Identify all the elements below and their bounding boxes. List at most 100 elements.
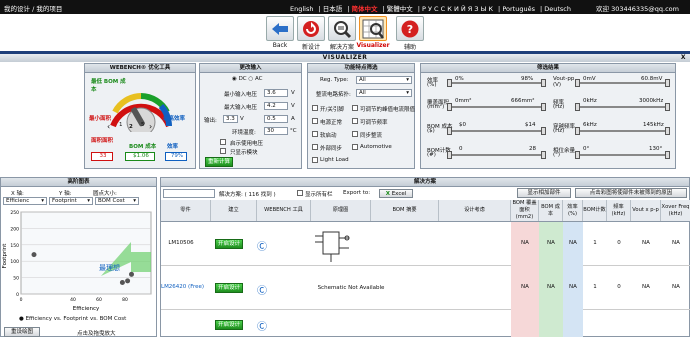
webench-tool-icon[interactable]: Ⓒ	[257, 318, 267, 333]
table-row[interactable]: LM10506 开启设计 Ⓒ NA NA NA 1 0 NA NA	[161, 222, 690, 266]
column-header[interactable]: WEBENCH 工具	[257, 200, 311, 221]
open-design-button[interactable]: 开启设计	[215, 283, 243, 293]
filter-bom-max-handle[interactable]	[541, 127, 546, 135]
breadcrumb[interactable]: 我的设计 / 我的项目	[4, 3, 62, 13]
lang-portuguese[interactable]: Português	[502, 5, 535, 13]
chevron-left-icon[interactable]: ‹	[107, 122, 110, 131]
data-point[interactable]	[119, 280, 125, 286]
bubble-size-select[interactable]: BOM Cost ▾	[95, 197, 139, 205]
part-number[interactable]: LM10506	[161, 240, 201, 246]
mode-dc[interactable]: DC	[239, 76, 247, 82]
vin-max-input[interactable]: 4.2	[264, 102, 288, 110]
filter-vout-min-handle[interactable]	[575, 79, 580, 87]
filter-area-min-handle[interactable]	[447, 103, 452, 111]
filter-count-min-handle[interactable]	[447, 151, 452, 159]
mode-selector[interactable]: ◉ DC ○ AC	[232, 76, 262, 82]
ambient-temp-input[interactable]: 30	[264, 127, 288, 135]
user-greeting[interactable]: 欢迎 303446335@qq.com	[596, 3, 679, 13]
vout-input[interactable]: 3.3	[223, 115, 238, 123]
chevron-right-icon[interactable]: ›	[149, 122, 152, 131]
check-enable[interactable]	[312, 105, 318, 111]
lang-japanese[interactable]: 日本語	[323, 5, 343, 13]
filter-phase-min-handle[interactable]	[575, 151, 580, 159]
topology-select[interactable]: All ▾	[356, 89, 412, 97]
check-soft-start[interactable]	[312, 131, 318, 137]
filter-area-max-handle[interactable]	[541, 103, 546, 111]
column-header[interactable]: BOM 覆盖面积 (mm2)	[511, 200, 539, 221]
show-parts-button[interactable]: 显示相加部件	[517, 188, 571, 198]
solutions-button[interactable]	[328, 16, 356, 41]
reset-plot-button[interactable]: 重设绘图	[4, 327, 40, 337]
filter-count-max-handle[interactable]	[541, 151, 546, 159]
table-row[interactable]: 开启设计 Ⓒ	[161, 310, 690, 337]
y-axis-select[interactable]: Footprint ▾	[49, 197, 93, 205]
scatter-chart[interactable]: 最理想 0 40 60 80 0 50 100 150 200 250 Efficiency Fo…	[1, 206, 157, 314]
why-filtered-button[interactable]: 点击彩图将使部件未被筛到的原因	[575, 188, 687, 198]
check-adj-freq[interactable]	[352, 118, 358, 124]
column-header[interactable]: BOM 成本	[539, 200, 563, 221]
filter-freq-slider[interactable]	[577, 106, 669, 108]
webench-tool-icon[interactable]: Ⓒ	[257, 238, 267, 253]
show-all-checkbox[interactable]	[297, 190, 303, 196]
filter-bom-slider[interactable]	[449, 130, 545, 132]
close-icon[interactable]: X	[681, 54, 686, 62]
filter-eff-max-handle[interactable]	[541, 79, 546, 87]
filter-eff-slider[interactable]	[449, 82, 545, 84]
filter-xover-min-handle[interactable]	[575, 127, 580, 135]
filter-phase-slider[interactable]	[577, 154, 669, 156]
filter-eff-min-handle[interactable]	[447, 79, 452, 87]
excel-button[interactable]: X Excel	[379, 189, 413, 198]
opt2-checkbox[interactable]	[220, 148, 226, 154]
visualizer-button[interactable]	[359, 16, 387, 41]
new-design-button[interactable]	[297, 16, 325, 41]
lang-chinese-simplified[interactable]: 简体中文	[352, 5, 378, 13]
check-automotive[interactable]	[352, 144, 358, 150]
filter-xover-max-handle[interactable]	[665, 127, 670, 135]
column-header[interactable]: 零件	[161, 200, 211, 221]
part-number[interactable]: LM26420 (Free)	[161, 284, 213, 290]
check-ext-sync[interactable]	[312, 144, 318, 150]
x-axis-select[interactable]: Efficienc ▾	[3, 197, 47, 205]
data-point[interactable]	[31, 252, 37, 258]
column-header[interactable]: BOM 摘要	[371, 200, 439, 221]
lang-chinese-traditional[interactable]: 繁體中文	[387, 5, 413, 13]
check-power-good[interactable]	[312, 118, 318, 124]
column-header[interactable]: 原理图	[311, 200, 371, 221]
column-header[interactable]: 频率 (kHz)	[607, 200, 631, 221]
column-header[interactable]: 效率 (%)	[563, 200, 583, 221]
column-header[interactable]: Vout x p-p	[631, 200, 661, 221]
check-sync-rect[interactable]	[352, 131, 358, 137]
webench-tool-icon[interactable]: Ⓒ	[257, 282, 267, 297]
recalculate-button[interactable]: 重新计算	[205, 157, 233, 167]
check-adj-current-limit[interactable]	[352, 105, 358, 111]
back-button[interactable]	[266, 16, 294, 41]
filter-vout-max-handle[interactable]	[665, 79, 670, 87]
filter-vout-slider[interactable]	[577, 82, 669, 84]
open-design-button[interactable]: 开启设计	[215, 239, 243, 249]
filter-count-slider[interactable]	[449, 154, 545, 156]
opt1-checkbox[interactable]	[220, 139, 226, 145]
solution-filter-input[interactable]	[163, 189, 215, 198]
lang-german[interactable]: Deutsch	[544, 5, 571, 13]
column-header[interactable]: BOM计数	[583, 200, 607, 221]
reg-type-select[interactable]: All ▾	[356, 76, 412, 84]
help-button[interactable]: ?	[396, 16, 424, 41]
filter-area-slider[interactable]	[449, 106, 545, 108]
open-design-button[interactable]: 开启设计	[215, 320, 243, 330]
filter-freq-max-handle[interactable]	[665, 103, 670, 111]
iout-input[interactable]: 0.5	[264, 115, 288, 123]
schematic-thumbnail[interactable]	[313, 226, 353, 264]
filter-freq-min-handle[interactable]	[575, 103, 580, 111]
vin-min-input[interactable]: 3.6	[264, 89, 288, 97]
column-header[interactable]: 设计考虑	[439, 200, 511, 221]
filter-xover-slider[interactable]	[577, 130, 669, 132]
lang-russian[interactable]: Р У С С К И Й Я З Ы К	[422, 5, 493, 13]
data-point[interactable]	[125, 278, 131, 284]
column-header[interactable]: 建立	[211, 200, 257, 221]
filter-bom-min-handle[interactable]	[447, 127, 452, 135]
check-light-load[interactable]	[312, 157, 318, 163]
data-point[interactable]	[129, 271, 134, 277]
lang-english[interactable]: English	[290, 5, 313, 13]
mode-ac[interactable]: AC	[255, 76, 263, 82]
column-header[interactable]: Xover Freq (kHz)	[661, 200, 690, 221]
